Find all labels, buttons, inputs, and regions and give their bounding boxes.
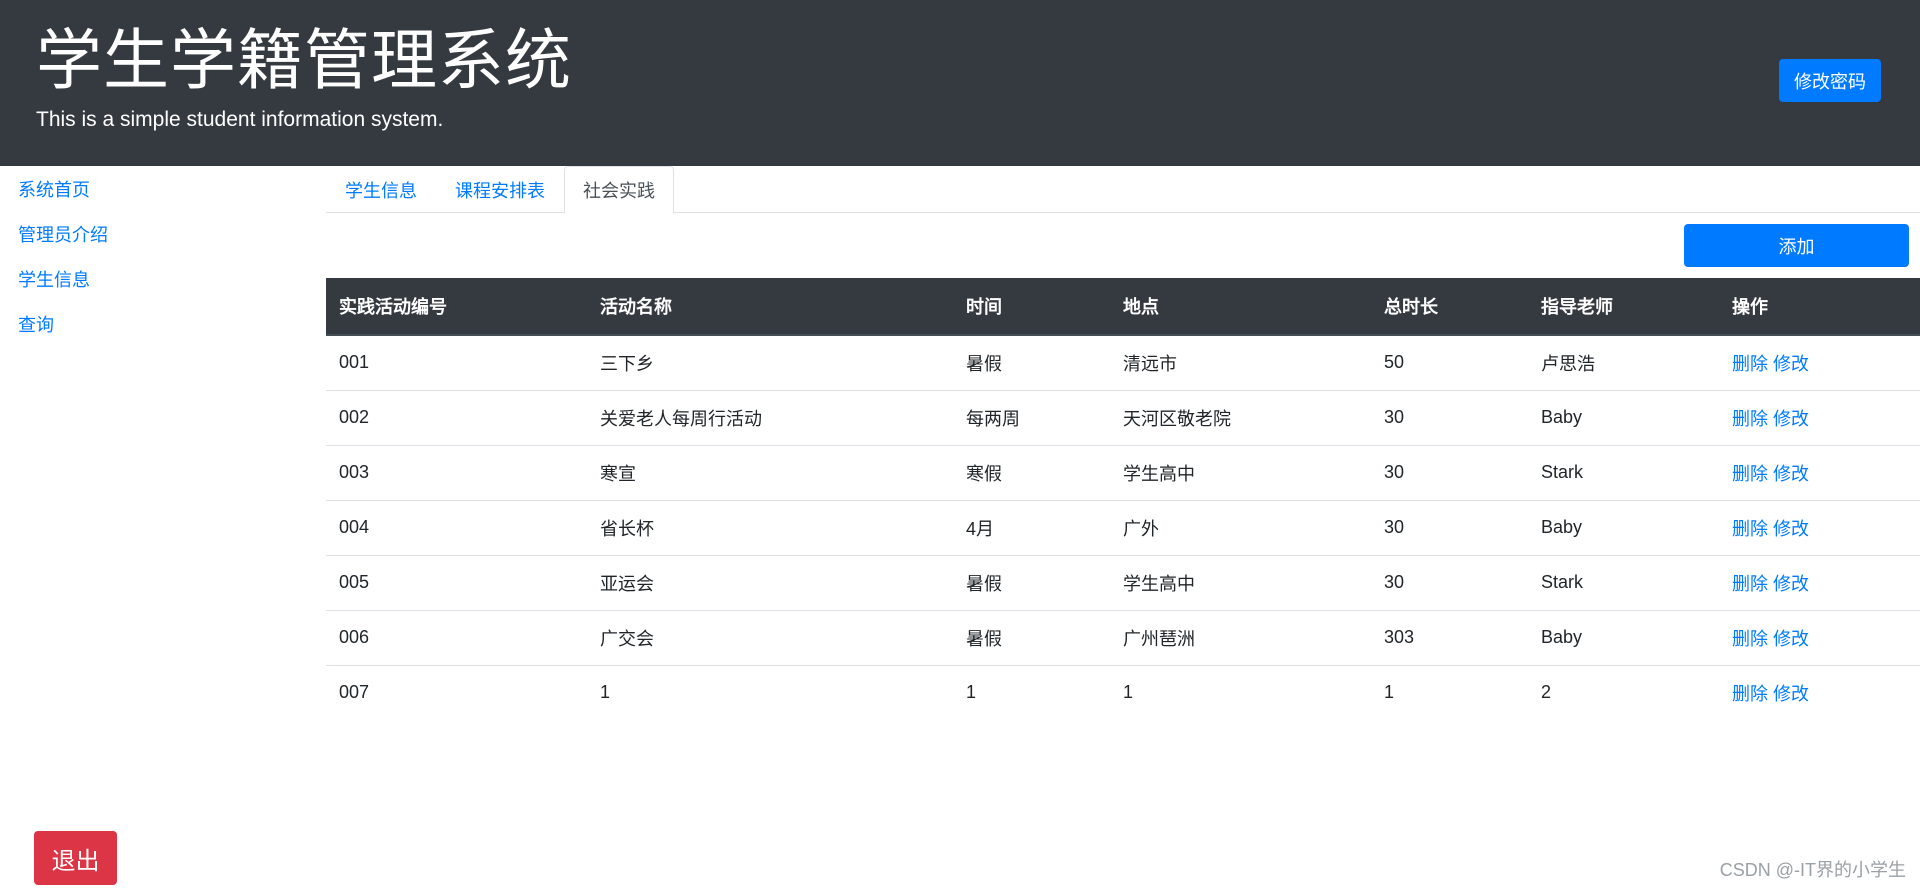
actions-cell: 删除 修改: [1719, 665, 1920, 720]
add-button[interactable]: 添加: [1684, 224, 1909, 267]
table-cell: 2: [1541, 682, 1552, 703]
table-cell: 暑假: [953, 555, 1110, 611]
table-row: 001 三下乡 暑假 清远市 50 卢思浩 删除 修改: [326, 335, 1920, 391]
logout-button[interactable]: 退出: [34, 831, 117, 885]
table-cell: 303: [1371, 610, 1528, 666]
table-cell: Baby: [1528, 610, 1719, 666]
table-cell: 004: [326, 500, 587, 556]
page-title: 学生学籍管理系统: [36, 23, 572, 97]
table-cell: 三下乡: [587, 335, 953, 391]
delete-link[interactable]: 删除: [1732, 519, 1768, 539]
actions-cell: 删除 修改: [1719, 555, 1920, 611]
table-cell: 省长杯: [587, 500, 953, 556]
table-cell: 关爱老人每周行活动: [587, 390, 953, 446]
table-cell: 005: [326, 555, 587, 611]
table-cell: Stark: [1528, 555, 1719, 611]
delete-link[interactable]: 删除: [1732, 464, 1768, 484]
sidebar-item-home[interactable]: 系统首页: [18, 178, 90, 202]
table-cell: 天河区敬老院: [1110, 390, 1371, 446]
edit-link[interactable]: 修改: [1773, 409, 1809, 429]
table-cell: 1: [966, 682, 977, 703]
actions-cell: 删除 修改: [1719, 610, 1920, 666]
table-cell: 50: [1371, 335, 1528, 391]
actions-cell: 删除 修改: [1719, 335, 1920, 391]
edit-link[interactable]: 修改: [1773, 684, 1809, 704]
delete-link[interactable]: 删除: [1732, 574, 1768, 594]
table-cell: 30: [1371, 555, 1528, 611]
watermark: CSDN @-IT界的小学生: [1719, 860, 1906, 880]
sidebar-item-student-info[interactable]: 学生信息: [18, 268, 90, 292]
delete-link[interactable]: 删除: [1732, 629, 1768, 649]
table-row: 002 关爱老人每周行活动 每两周 天河区敬老院 30 Baby 删除 修改: [326, 390, 1920, 446]
page-header: 学生学籍管理系统 This is a simple student inform…: [0, 0, 1920, 166]
change-password-button[interactable]: 修改密码: [1779, 59, 1881, 102]
table-row: 004 省长杯 4月 广外 30 Baby 删除 修改: [326, 500, 1920, 556]
column-header: 指导老师: [1528, 278, 1719, 336]
table-cell: 卢思浩: [1528, 335, 1719, 391]
edit-link[interactable]: 修改: [1773, 354, 1809, 374]
actions-cell: 删除 修改: [1719, 390, 1920, 446]
table-cell: Baby: [1528, 390, 1719, 446]
edit-link[interactable]: 修改: [1773, 464, 1809, 484]
delete-link[interactable]: 删除: [1732, 354, 1768, 374]
edit-link[interactable]: 修改: [1773, 519, 1809, 539]
table-cell: 亚运会: [587, 555, 953, 611]
edit-link[interactable]: 修改: [1773, 574, 1809, 594]
table-cell: 寒假: [953, 445, 1110, 501]
actions-cell: 删除 修改: [1719, 445, 1920, 501]
column-header: 时间: [953, 278, 1110, 336]
table-cell: 002: [326, 390, 587, 446]
table-header-row: 实践活动编号 活动名称 时间 地点 总时长 指导老师 操作: [326, 278, 1920, 336]
tab-student-info[interactable]: 学生信息: [326, 166, 436, 213]
table-cell: 006: [326, 610, 587, 666]
practice-table: 实践活动编号 活动名称 时间 地点 总时长 指导老师 操作 001 三下乡 暑假…: [326, 278, 1920, 720]
column-header: 地点: [1110, 278, 1371, 336]
table-row: 005 亚运会 暑假 学生高中 30 Stark 删除 修改: [326, 555, 1920, 611]
table-cell: 4月: [953, 500, 1110, 556]
table-cell: 1: [600, 682, 611, 703]
table-cell: 1: [1123, 682, 1134, 703]
sidebar-item-admin-intro[interactable]: 管理员介绍: [18, 223, 108, 247]
delete-link[interactable]: 删除: [1732, 409, 1768, 429]
table-cell: Baby: [1528, 500, 1719, 556]
table-cell: 广交会: [587, 610, 953, 666]
edit-link[interactable]: 修改: [1773, 629, 1809, 649]
table-cell: 30: [1371, 390, 1528, 446]
table-cell: 暑假: [953, 335, 1110, 391]
table-cell: 学生高中: [1110, 555, 1371, 611]
table-cell: 暑假: [953, 610, 1110, 666]
table-row: 007 1 1 1 1 2 删除 修改: [326, 665, 1920, 720]
table-cell: 每两周: [953, 390, 1110, 446]
tab-course-schedule[interactable]: 课程安排表: [436, 166, 564, 213]
table-cell: 001: [326, 335, 587, 391]
table-cell: 30: [1371, 500, 1528, 556]
tab-bar: 学生信息 课程安排表 社会实践: [326, 166, 1920, 214]
table-cell: 广州琶洲: [1110, 610, 1371, 666]
column-header: 实践活动编号: [326, 278, 587, 336]
page-subtitle: This is a simple student information sys…: [36, 108, 444, 131]
actions-cell: 删除 修改: [1719, 500, 1920, 556]
table-cell: 广外: [1110, 500, 1371, 556]
table-cell: 30: [1371, 445, 1528, 501]
column-header: 操作: [1719, 278, 1920, 336]
table-cell: 学生高中: [1110, 445, 1371, 501]
table-cell: 清远市: [1110, 335, 1371, 391]
table-cell: 1: [1384, 682, 1395, 703]
table-cell: 007: [339, 682, 370, 703]
delete-link[interactable]: 删除: [1732, 684, 1768, 704]
tab-social-practice[interactable]: 社会实践: [564, 166, 674, 214]
table-row: 006 广交会 暑假 广州琶洲 303 Baby 删除 修改: [326, 610, 1920, 666]
column-header: 总时长: [1371, 278, 1528, 336]
table-cell: 寒宣: [587, 445, 953, 501]
table-cell: 003: [326, 445, 587, 501]
table-cell: Stark: [1528, 445, 1719, 501]
column-header: 活动名称: [587, 278, 953, 336]
table-row: 003 寒宣 寒假 学生高中 30 Stark 删除 修改: [326, 445, 1920, 501]
sidebar-item-query[interactable]: 查询: [18, 313, 54, 337]
